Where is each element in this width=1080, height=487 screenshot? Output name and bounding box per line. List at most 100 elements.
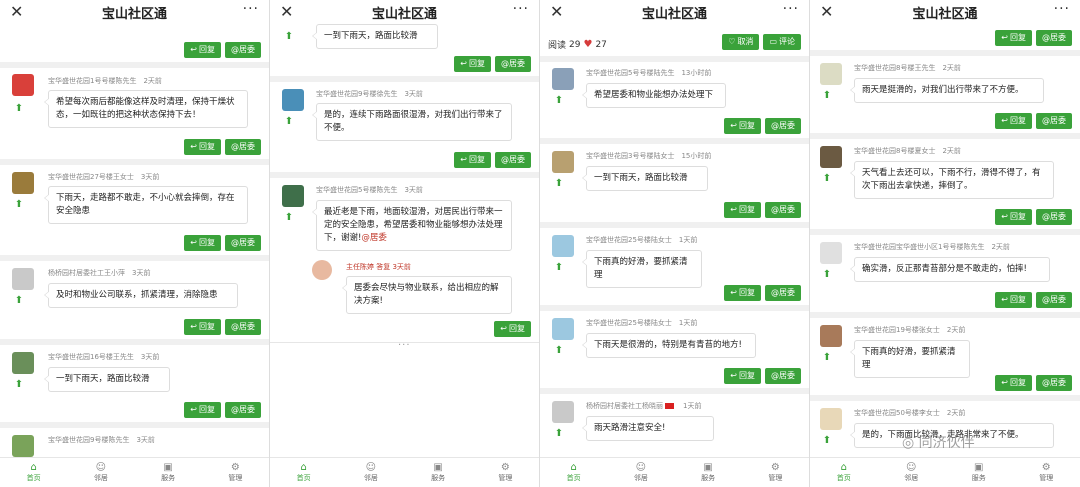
- reply-button[interactable]: ↩ 回复: [995, 292, 1032, 308]
- committee-button[interactable]: @居委: [1036, 30, 1072, 46]
- comment-list: ↩ 回复 @居委 ⬆ 宝华盛世花园8号楼王先生 2天前 雨天是挺滑的，对我们出行带…: [810, 24, 1080, 457]
- more-icon[interactable]: ···: [783, 1, 799, 17]
- close-icon[interactable]: ✕: [280, 2, 293, 21]
- avatar[interactable]: [552, 151, 574, 173]
- committee-button[interactable]: @居委: [495, 152, 531, 168]
- avatar[interactable]: [552, 68, 574, 90]
- nav-home[interactable]: ⌂ 首页: [540, 458, 607, 487]
- more-dots-icon[interactable]: ···: [398, 340, 411, 351]
- reply-button[interactable]: ↩ 回复: [184, 42, 221, 58]
- upvote-icon[interactable]: ⬆: [14, 200, 24, 210]
- nav-service[interactable]: ▣ 服务: [675, 458, 742, 487]
- nav-manage[interactable]: ⚙ 管理: [472, 458, 539, 487]
- reply-button[interactable]: ↩ 回复: [724, 285, 761, 301]
- avatar[interactable]: [12, 74, 34, 96]
- reply-button[interactable]: ↩ 回复: [995, 30, 1032, 46]
- upvote-icon[interactable]: ⬆: [284, 213, 294, 223]
- upvote-icon[interactable]: ⬆: [822, 436, 832, 446]
- avatar[interactable]: [820, 63, 842, 85]
- reply-button[interactable]: ↩ 回复: [184, 235, 221, 251]
- reply-button[interactable]: ↩ 回复: [995, 209, 1032, 225]
- reply-button[interactable]: ↩ 回复: [494, 321, 531, 337]
- upvote-icon[interactable]: ⬆: [554, 179, 564, 189]
- reply-button[interactable]: ↩ 回复: [995, 375, 1032, 391]
- close-icon[interactable]: ✕: [820, 2, 833, 21]
- reply-button[interactable]: ↩ 回复: [454, 152, 491, 168]
- comment-button[interactable]: ▭ 评论: [763, 34, 801, 50]
- avatar[interactable]: [820, 325, 842, 347]
- committee-button[interactable]: @居委: [765, 202, 801, 218]
- close-icon[interactable]: ✕: [10, 2, 23, 21]
- upvote-icon[interactable]: ⬆: [284, 117, 294, 127]
- avatar[interactable]: [820, 146, 842, 168]
- nav-neighbors[interactable]: ☺ 邻居: [607, 458, 674, 487]
- nav-neighbors[interactable]: ☺ 邻居: [337, 458, 404, 487]
- upvote-icon[interactable]: ⬆: [554, 96, 564, 106]
- committee-button[interactable]: @居委: [225, 42, 261, 58]
- committee-button[interactable]: @居委: [225, 139, 261, 155]
- upvote-icon[interactable]: ⬆: [14, 296, 24, 306]
- avatar[interactable]: [820, 242, 842, 264]
- reply-button[interactable]: ↩ 回复: [184, 319, 221, 335]
- nav-service[interactable]: ▣ 服务: [405, 458, 472, 487]
- avatar[interactable]: [282, 89, 304, 111]
- cancel-like-button[interactable]: ♡ 取消: [722, 34, 760, 50]
- nav-home[interactable]: ⌂ 首页: [0, 458, 67, 487]
- more-icon[interactable]: ···: [243, 1, 259, 17]
- upvote-icon[interactable]: ⬆: [14, 104, 24, 114]
- comment-actions: ↩ 回复 @居委: [184, 235, 261, 251]
- reply-button[interactable]: ↩ 回复: [184, 402, 221, 418]
- nav-service[interactable]: ▣ 服务: [135, 458, 202, 487]
- committee-button[interactable]: @居委: [225, 402, 261, 418]
- avatar[interactable]: [12, 352, 34, 374]
- reply-button[interactable]: ↩ 回复: [184, 139, 221, 155]
- upvote-icon[interactable]: ⬆: [822, 91, 832, 101]
- avatar[interactable]: [820, 408, 842, 430]
- committee-button[interactable]: @居委: [495, 56, 531, 72]
- upvote-icon[interactable]: ⬆: [14, 380, 24, 390]
- heart-icon[interactable]: ♥: [583, 39, 592, 50]
- committee-button[interactable]: @居委: [1036, 209, 1072, 225]
- upvote-icon[interactable]: ⬆: [822, 270, 832, 280]
- upvote-icon[interactable]: ⬆: [284, 32, 294, 42]
- reply-button[interactable]: ↩ 回复: [724, 202, 761, 218]
- upvote-icon[interactable]: ⬆: [822, 353, 832, 363]
- committee-button[interactable]: @居委: [1036, 375, 1072, 391]
- reply-button[interactable]: ↩ 回复: [724, 368, 761, 384]
- mention-link[interactable]: @居委: [361, 233, 387, 243]
- nav-manage[interactable]: ⚙ 管理: [202, 458, 269, 487]
- nav-neighbors[interactable]: ☺ 邻居: [878, 458, 946, 487]
- committee-button[interactable]: @居委: [765, 368, 801, 384]
- reply-button[interactable]: ↩ 回复: [724, 118, 761, 134]
- reply-button[interactable]: ↩ 回复: [995, 113, 1032, 129]
- committee-button[interactable]: @居委: [225, 235, 261, 251]
- nav-neighbors[interactable]: ☺ 邻居: [67, 458, 134, 487]
- avatar[interactable]: [552, 235, 574, 257]
- upvote-icon[interactable]: ⬆: [554, 263, 564, 273]
- committee-button[interactable]: @居委: [1036, 113, 1072, 129]
- close-icon[interactable]: ✕: [550, 2, 563, 21]
- nav-home[interactable]: ⌂ 首页: [270, 458, 337, 487]
- avatar[interactable]: [12, 172, 34, 194]
- upvote-icon[interactable]: ⬆: [822, 174, 832, 184]
- avatar[interactable]: [552, 401, 574, 423]
- nav-home[interactable]: ⌂ 首页: [810, 458, 878, 487]
- more-icon[interactable]: ···: [1054, 1, 1070, 17]
- committee-button[interactable]: @居委: [765, 118, 801, 134]
- avatar[interactable]: [12, 268, 34, 290]
- avatar[interactable]: [12, 435, 34, 457]
- nav-service[interactable]: ▣ 服务: [945, 458, 1013, 487]
- nav-manage[interactable]: ⚙ 管理: [1013, 458, 1080, 487]
- avatar[interactable]: [312, 260, 332, 280]
- reply-label: 回复: [199, 238, 215, 247]
- reply-button[interactable]: ↩ 回复: [454, 56, 491, 72]
- upvote-icon[interactable]: ⬆: [554, 346, 564, 356]
- upvote-icon[interactable]: ⬆: [554, 429, 564, 439]
- more-icon[interactable]: ···: [513, 1, 529, 17]
- committee-button[interactable]: @居委: [225, 319, 261, 335]
- nav-manage[interactable]: ⚙ 管理: [742, 458, 809, 487]
- committee-button[interactable]: @居委: [765, 285, 801, 301]
- avatar[interactable]: [552, 318, 574, 340]
- committee-button[interactable]: @居委: [1036, 292, 1072, 308]
- avatar[interactable]: [282, 185, 304, 207]
